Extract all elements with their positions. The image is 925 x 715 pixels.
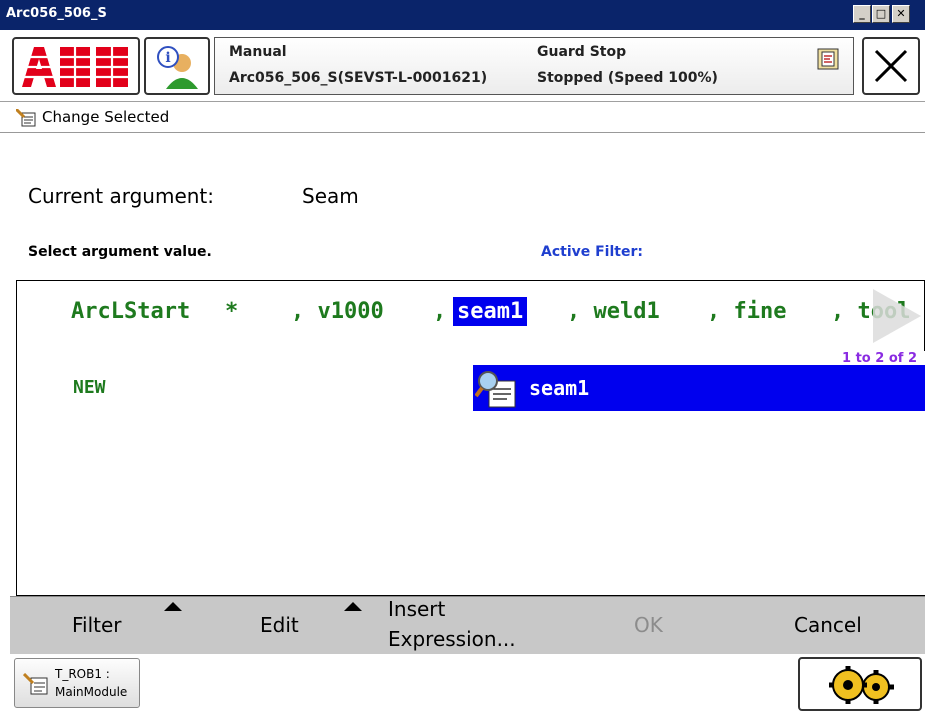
- run-state: Stopped (Speed 100%): [537, 70, 718, 86]
- arg-seam-selected[interactable]: seam1: [453, 297, 528, 326]
- list-counter: 1 to 2 of 2: [842, 351, 917, 366]
- task-module-button[interactable]: T_ROB1 : MainModule: [14, 658, 140, 708]
- svg-text:i: i: [165, 50, 170, 66]
- cancel-button[interactable]: Cancel: [738, 597, 925, 655]
- task-name: T_ROB1 :: [55, 667, 110, 681]
- select-prompt: Select argument value.: [28, 244, 212, 260]
- ok-label: OK: [634, 613, 663, 637]
- program-editor-icon: [23, 673, 48, 695]
- window-close-button[interactable]: ✕: [892, 5, 910, 23]
- insert-label-line2: Expression...: [388, 627, 516, 651]
- list-item-new[interactable]: NEW: [73, 377, 106, 398]
- window-title: Arc056_506_S: [6, 6, 107, 21]
- arg-zone[interactable]: , fine: [707, 299, 786, 324]
- value-list: 1 to 2 of 2 NEW seam1: [16, 351, 925, 596]
- quickset-button[interactable]: [798, 657, 922, 711]
- gears-icon: [829, 666, 894, 704]
- current-argument-label: Current argument:: [28, 184, 215, 208]
- cancel-label: Cancel: [794, 613, 862, 637]
- insert-expression-button[interactable]: Insert Expression...: [374, 597, 554, 655]
- menu-up-arrow-icon: [344, 602, 362, 611]
- menu-up-arrow-icon: [164, 602, 182, 611]
- module-name: MainModule: [55, 685, 128, 699]
- flexpendant-header: i Manual Arc056_506_S(SEVST-L-0001621) G…: [0, 30, 925, 102]
- list-item-label: seam1: [529, 376, 590, 400]
- window-titlebar: Arc056_506_S _ □ ✕: [0, 0, 925, 30]
- filter-button[interactable]: Filter: [10, 597, 190, 655]
- insert-label-line1: Insert: [388, 597, 446, 621]
- arg-speed[interactable]: , v1000: [291, 299, 384, 324]
- current-argument-value: Seam: [302, 184, 359, 208]
- info-person-icon: i: [157, 46, 198, 89]
- ok-button[interactable]: OK: [556, 597, 736, 655]
- system-name: Arc056_506_S(SEVST-L-0001621): [229, 70, 488, 86]
- edit-button[interactable]: Edit: [192, 597, 372, 655]
- optional-args-star[interactable]: *: [225, 299, 238, 324]
- data-icon: [475, 371, 516, 408]
- instruction-line: ArcLStart * , v1000 , seam1 , weld1 , fi…: [16, 280, 925, 352]
- guard-status: Guard Stop: [537, 44, 627, 60]
- minimize-button[interactable]: _: [853, 5, 871, 23]
- status-bar: Manual Arc056_506_S(SEVST-L-0001621) Gua…: [214, 37, 854, 95]
- abb-menu-button[interactable]: [12, 37, 140, 95]
- view-title: Change Selected: [42, 108, 170, 126]
- close-app-button[interactable]: [862, 37, 920, 95]
- arg-weld[interactable]: , weld1: [567, 299, 660, 324]
- close-icon: [874, 49, 908, 83]
- view-subheader: Change Selected: [0, 103, 925, 133]
- scroll-right-arrow-icon[interactable]: [869, 287, 925, 345]
- instruction-name[interactable]: ArcLStart: [71, 299, 190, 324]
- edit-label: Edit: [260, 613, 299, 637]
- program-state-icon: [817, 48, 839, 70]
- operating-mode: Manual: [229, 44, 287, 60]
- maximize-button[interactable]: □: [872, 5, 890, 23]
- arg-comma: ,: [433, 299, 447, 324]
- abb-logo: [20, 47, 132, 87]
- filter-label: Filter: [72, 613, 122, 637]
- active-filter-label: Active Filter:: [541, 244, 643, 260]
- command-bar: Filter Edit Insert Expression... OK Canc…: [10, 596, 925, 654]
- event-log-button[interactable]: i: [144, 37, 210, 95]
- program-editor-icon: [16, 109, 36, 127]
- list-item-seam1[interactable]: seam1: [473, 365, 925, 411]
